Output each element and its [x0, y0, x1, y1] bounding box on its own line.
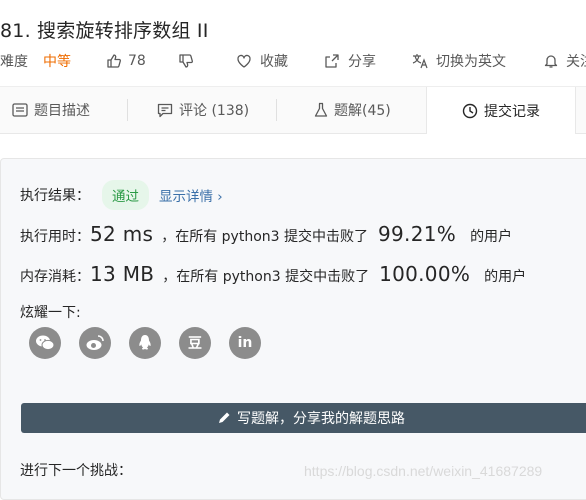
memory-row: 内存消耗： 13 MB ，在所有 python3 提交中击败了 100.00% …	[20, 262, 526, 286]
pencil-icon	[219, 412, 230, 423]
share-icons-row: 豆 in	[29, 327, 261, 359]
tab-comments-label: 评论 (138)	[179, 103, 250, 119]
bell-icon	[544, 55, 558, 68]
linkedin-glyph: in	[237, 335, 253, 351]
runtime-row: 执行用时： 52 ms ，在所有 python3 提交中击败了 99.21% 的…	[20, 222, 512, 246]
share-button[interactable]: 分享	[324, 50, 376, 72]
problem-tabs: 题目描述 评论 (138) 题解(45) 提交记录	[0, 86, 586, 134]
write-solution-label: 写题解，分享我的解题思路	[237, 411, 405, 427]
show-details-link[interactable]: 显示详情 ›	[159, 185, 223, 205]
memory-suffix: 的用户	[484, 269, 527, 285]
notify-button[interactable]: 关注	[544, 50, 586, 72]
tab-description-label: 题目描述	[34, 103, 90, 119]
tab-divider	[127, 99, 128, 121]
clock-icon	[462, 103, 478, 118]
tab-solutions[interactable]: 题解(45)	[314, 87, 391, 133]
wechat-icon[interactable]	[29, 327, 61, 359]
difficulty-label: 难度	[0, 54, 28, 70]
translate-icon	[412, 54, 428, 69]
next-challenge-label: 进行下一个挑战：	[20, 463, 132, 479]
linkedin-icon[interactable]: in	[229, 327, 261, 359]
result-label: 执行结果：	[20, 188, 90, 204]
tab-solutions-label: 题解(45)	[334, 103, 391, 119]
problem-title: 81. 搜索旋转排序数组 II	[0, 20, 209, 42]
difficulty-value: 中等	[43, 54, 71, 70]
tab-divider	[276, 99, 277, 121]
runtime-value: 52 ms	[90, 222, 154, 246]
dislike-button[interactable]	[178, 50, 194, 72]
runtime-suffix: 的用户	[470, 229, 513, 245]
douban-glyph: 豆	[188, 336, 202, 352]
favorite-label: 收藏	[260, 54, 288, 70]
flask-icon	[314, 102, 328, 117]
memory-text: ，在所有 python3 提交中击败了	[162, 269, 370, 285]
heart-icon	[237, 54, 251, 68]
like-button[interactable]: 78	[106, 50, 146, 72]
share-label: 分享	[348, 54, 376, 70]
switch-language-label: 切换为英文	[436, 54, 506, 70]
memory-percent: 100.00%	[379, 262, 471, 286]
runtime-percent: 99.21%	[378, 222, 457, 246]
weibo-icon[interactable]	[79, 327, 111, 359]
runtime-label: 执行用时：	[20, 229, 90, 245]
result-status-row: 执行结果： 通过 显示详情 ›	[20, 180, 223, 210]
comment-icon	[157, 103, 173, 117]
status-badge: 通过	[102, 180, 149, 210]
qq-icon[interactable]	[129, 327, 161, 359]
tab-comments[interactable]: 评论 (138)	[157, 87, 249, 133]
notify-label: 关注	[566, 54, 586, 70]
favorite-button[interactable]: 收藏	[236, 50, 288, 72]
douban-icon[interactable]: 豆	[179, 327, 211, 359]
share-label: 炫耀一下:	[20, 305, 81, 321]
memory-value: 13 MB	[90, 262, 155, 286]
like-count: 78	[128, 53, 146, 69]
runtime-text: ，在所有 python3 提交中击败了	[161, 229, 368, 245]
memory-label: 内存消耗：	[20, 269, 90, 285]
thumbs-down-icon	[179, 54, 193, 68]
tab-submissions-label: 提交记录	[484, 103, 540, 120]
description-icon	[12, 103, 28, 117]
share-icon	[325, 54, 339, 68]
tab-submissions[interactable]: 提交记录	[426, 87, 576, 134]
thumbs-up-icon	[107, 54, 121, 68]
watermark-text: https://blog.csdn.net/weixin_41687289	[304, 463, 543, 479]
tab-description[interactable]: 题目描述	[12, 87, 90, 133]
problem-meta-bar: 难度 中等 78 收藏 分享 切换为英文 关注	[0, 50, 586, 72]
switch-language-button[interactable]: 切换为英文	[412, 50, 506, 72]
write-solution-button[interactable]: 写题解，分享我的解题思路	[21, 403, 586, 433]
